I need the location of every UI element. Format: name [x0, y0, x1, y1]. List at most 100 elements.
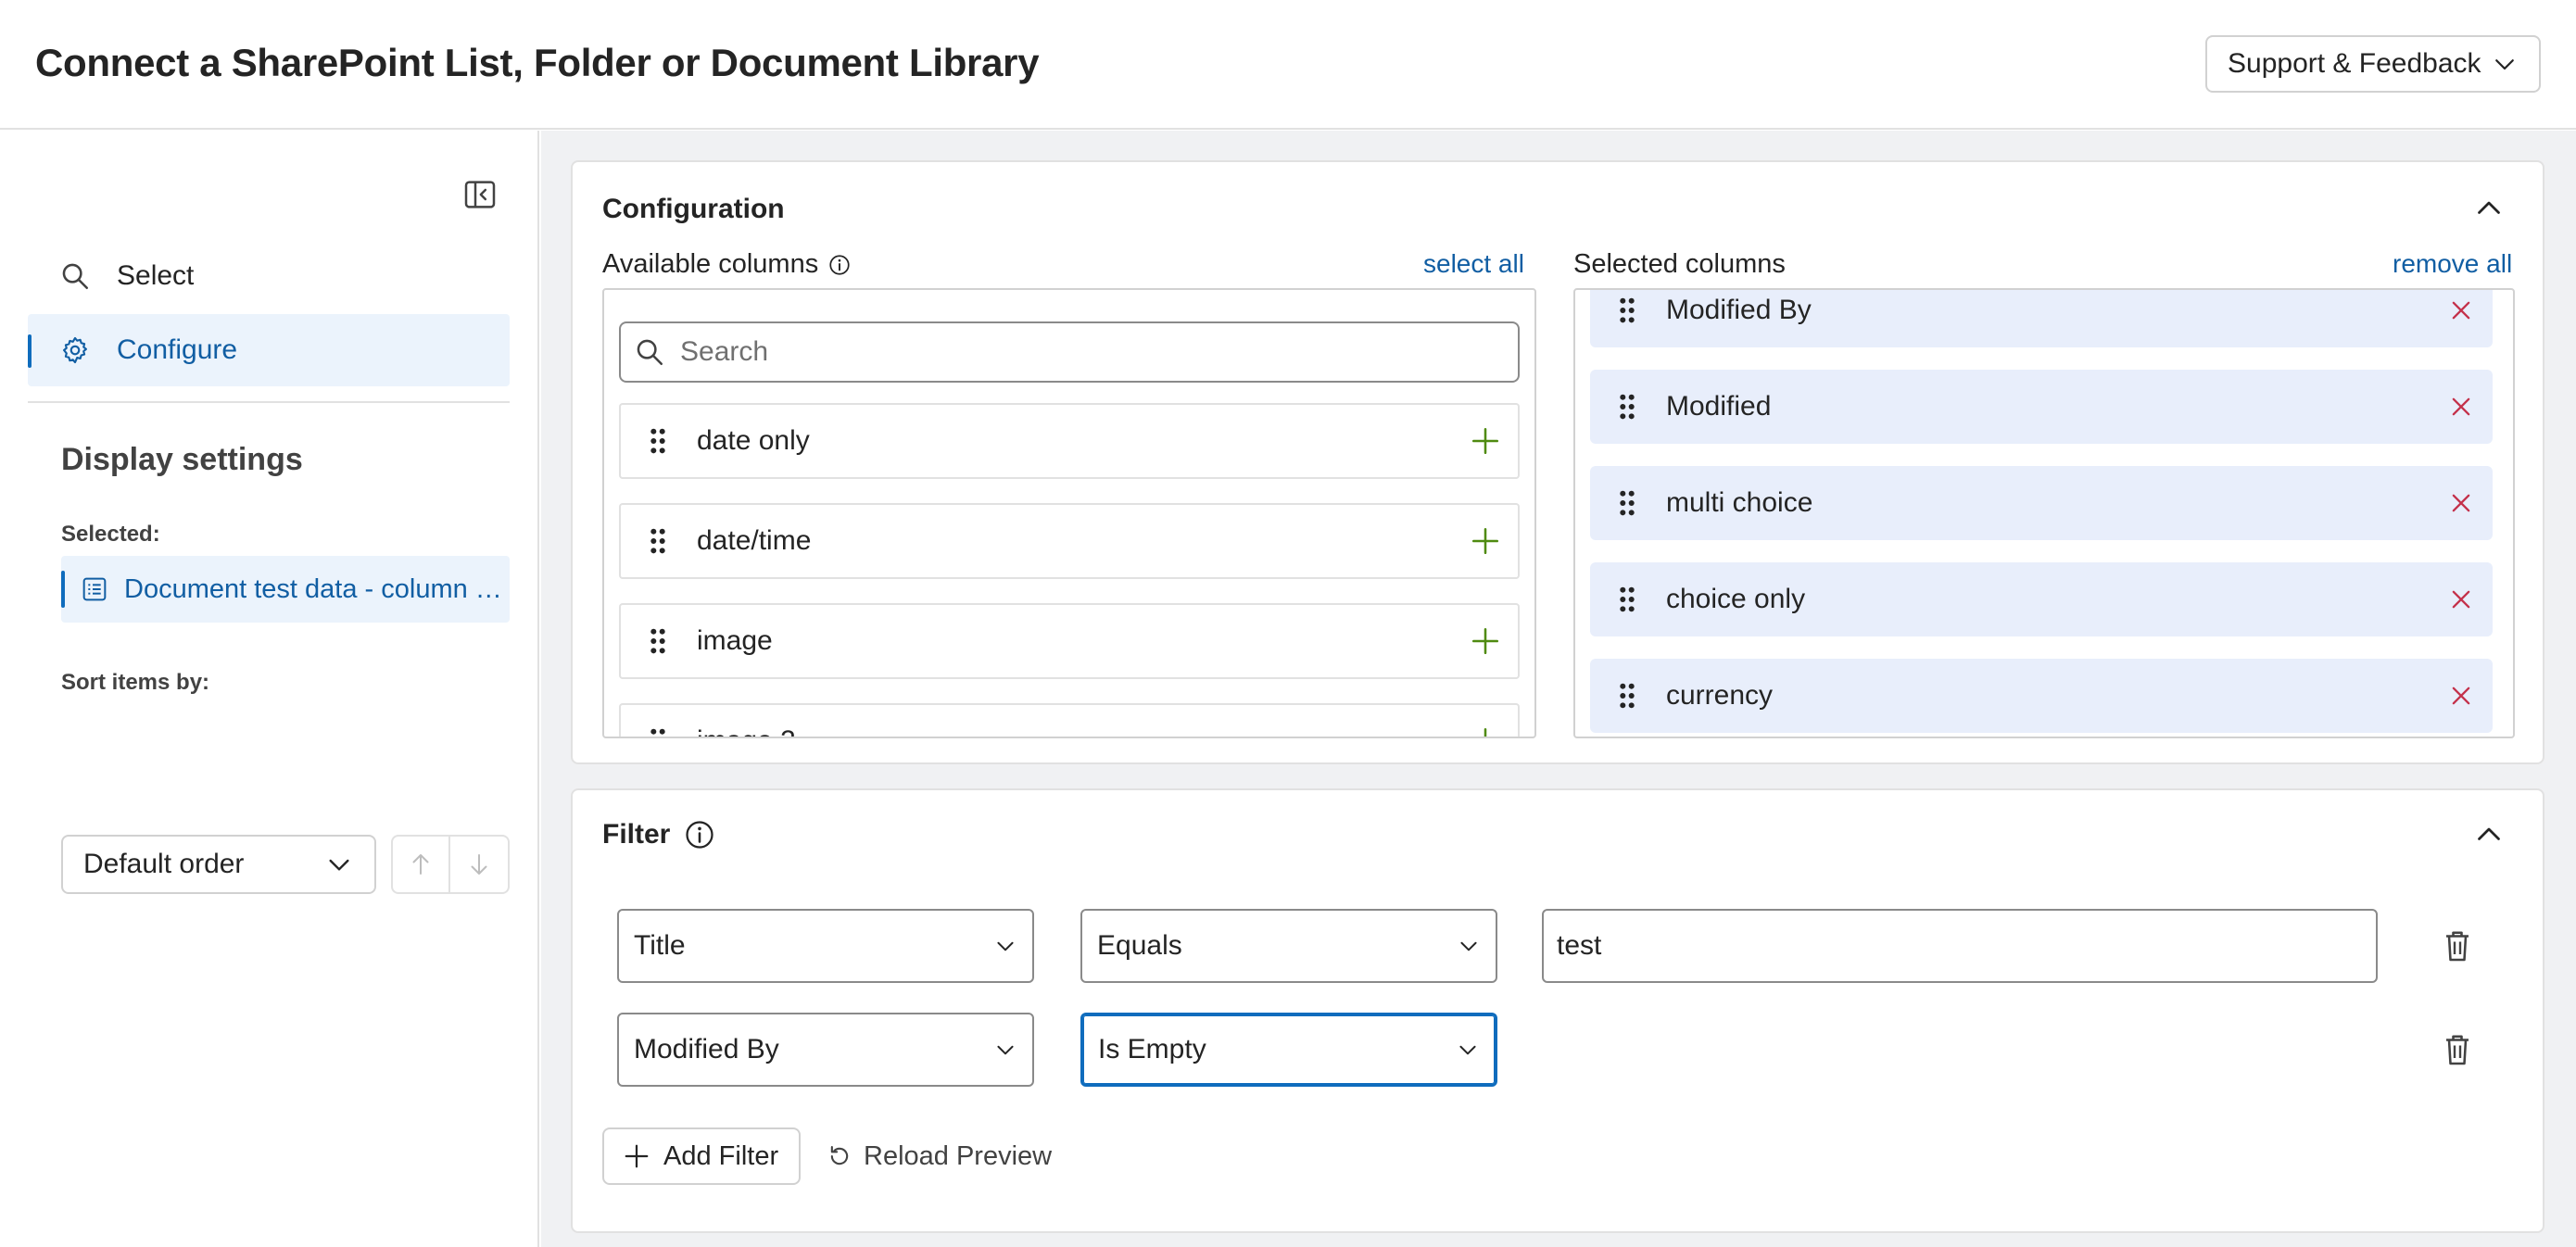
add-column-icon[interactable] [1470, 625, 1501, 657]
filter-value-text: test [1557, 930, 1602, 961]
drag-handle-icon[interactable] [649, 527, 667, 555]
sidebar: Select Configure Display settings Select… [0, 131, 539, 1247]
column-name: Modified By [1666, 295, 1812, 325]
chevron-down-icon [2495, 59, 2514, 70]
gear-icon [63, 336, 87, 364]
list-item[interactable]: currency [1590, 659, 2493, 733]
remove-column-icon[interactable] [2448, 490, 2474, 516]
available-columns-text: Available columns [602, 249, 819, 279]
drag-handle-icon[interactable] [649, 627, 667, 655]
sort-descending-button[interactable] [450, 835, 510, 894]
nav-item-select[interactable]: Select [28, 240, 510, 312]
selected-item-label: Document test data - column types [124, 573, 504, 604]
remove-column-icon[interactable] [2448, 586, 2474, 612]
configuration-title: Configuration [602, 194, 785, 224]
remove-column-icon[interactable] [2448, 297, 2474, 323]
filter-title-text: Filter [602, 819, 671, 850]
list-icon [82, 577, 107, 601]
filter-operator-value: Equals [1097, 930, 1182, 961]
sort-order-value: Default order [83, 849, 245, 879]
delete-filter-icon[interactable] [2441, 927, 2474, 964]
reload-preview-button[interactable]: Reload Preview [827, 1127, 1052, 1185]
sort-ascending-button[interactable] [391, 835, 450, 894]
nav-item-configure[interactable]: Configure [28, 314, 510, 386]
info-icon[interactable] [683, 818, 716, 851]
search-input[interactable]: Search [619, 321, 1520, 383]
remove-all-link[interactable]: remove all [2393, 249, 2512, 279]
column-name: date/time [697, 525, 812, 556]
nav-item-label: Select [117, 260, 195, 291]
list-item[interactable]: image [619, 603, 1520, 679]
drag-handle-icon[interactable] [1618, 393, 1636, 421]
chevron-down-icon [997, 941, 1014, 951]
filter-operator-value: Is Empty [1098, 1034, 1206, 1064]
collapse-configuration-icon[interactable] [2472, 192, 2506, 225]
refresh-icon [830, 1146, 849, 1165]
chevron-down-icon [1460, 941, 1477, 951]
delete-filter-icon[interactable] [2441, 1031, 2474, 1068]
column-name: Modified [1666, 391, 1772, 422]
column-name: multi choice [1666, 487, 1813, 518]
add-column-icon[interactable] [1470, 725, 1501, 738]
search-icon [62, 263, 89, 290]
drag-handle-icon[interactable] [1618, 586, 1636, 613]
column-name: date only [697, 425, 810, 456]
nav-item-label: Configure [117, 334, 238, 365]
info-icon[interactable] [827, 253, 852, 277]
drag-handle-icon[interactable] [649, 427, 667, 455]
filter-title: Filter [602, 818, 716, 851]
support-feedback-label: Support & Feedback [2228, 48, 2481, 79]
arrow-up-icon [412, 854, 429, 875]
display-settings-title: Display settings [61, 442, 303, 477]
remove-column-icon[interactable] [2448, 394, 2474, 420]
column-name: image 2 [697, 725, 1470, 737]
list-item[interactable]: date/time [619, 503, 1520, 579]
available-columns-label: Available columns [602, 249, 852, 280]
plus-icon [625, 1144, 649, 1168]
chevron-down-icon [997, 1045, 1014, 1055]
filter-field-dropdown[interactable]: Modified By [617, 1013, 1034, 1087]
list-item[interactable]: choice only [1590, 562, 2493, 636]
available-columns-list[interactable]: Search date only date/time image image 2 [602, 288, 1536, 738]
add-column-icon[interactable] [1470, 425, 1501, 457]
list-item[interactable]: date only [619, 403, 1520, 479]
arrow-down-icon [471, 854, 487, 875]
list-item[interactable]: Modified [1590, 370, 2493, 444]
reload-preview-label: Reload Preview [864, 1140, 1053, 1171]
filter-value-input[interactable]: test [1542, 909, 2378, 983]
selected-list-item[interactable]: Document test data - column types [61, 556, 510, 623]
selected-columns-list[interactable]: Modified By Modified multi choice choice… [1573, 288, 2515, 738]
list-item[interactable]: image 2 [619, 703, 1520, 738]
main-content: Configuration Available columns select a… [541, 131, 2576, 1247]
remove-column-icon[interactable] [2448, 683, 2474, 709]
sidebar-divider [28, 401, 510, 403]
filter-operator-dropdown[interactable]: Equals [1080, 909, 1497, 983]
filter-operator-dropdown[interactable]: Is Empty [1080, 1013, 1497, 1087]
sort-label: Sort items by: [61, 670, 210, 695]
add-filter-button[interactable]: Add Filter [602, 1127, 801, 1185]
add-column-icon[interactable] [1470, 525, 1501, 557]
app-header: Connect a SharePoint List, Folder or Doc… [0, 0, 2576, 130]
drag-handle-icon[interactable] [1618, 296, 1636, 324]
filter-panel: Filter Title Equals test Modified By Is … [571, 788, 2544, 1233]
column-name: image [697, 625, 773, 656]
list-item[interactable]: multi choice [1590, 466, 2493, 540]
column-name: currency [1666, 680, 1774, 711]
filter-field-dropdown[interactable]: Title [617, 909, 1034, 983]
chevron-down-icon [329, 859, 349, 871]
filter-field-value: Title [634, 930, 686, 961]
drag-handle-icon[interactable] [1618, 489, 1636, 517]
sort-order-dropdown[interactable]: Default order [61, 835, 376, 894]
drag-handle-icon[interactable] [1618, 682, 1636, 710]
filter-field-value: Modified By [634, 1034, 779, 1064]
chevron-down-icon [1459, 1045, 1476, 1055]
collapse-filter-icon[interactable] [2472, 818, 2506, 851]
collapse-sidebar-button[interactable] [461, 176, 499, 213]
configuration-panel: Configuration Available columns select a… [571, 160, 2544, 764]
search-placeholder: Search [680, 336, 769, 367]
list-item[interactable]: Modified By [1590, 290, 2493, 347]
support-feedback-button[interactable]: Support & Feedback [2205, 35, 2541, 93]
drag-handle-icon[interactable] [649, 727, 667, 738]
page-title: Connect a SharePoint List, Folder or Doc… [35, 41, 1040, 84]
select-all-link[interactable]: select all [1423, 249, 1524, 279]
